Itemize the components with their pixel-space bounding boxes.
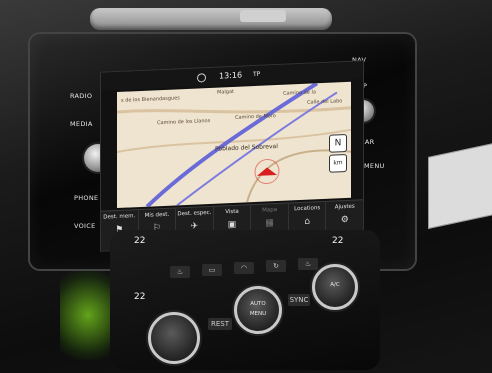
softkey-label: Dest. mem.	[103, 213, 136, 221]
rest-button[interactable]: REST	[208, 318, 232, 330]
traffic-program-indicator: TP	[253, 70, 261, 79]
phone-button[interactable]: PHONE	[74, 194, 98, 202]
defrost-front-button[interactable]: ◠	[234, 262, 254, 274]
compass-icon[interactable]: N	[329, 133, 347, 153]
sat-icon	[197, 73, 206, 83]
menu-button[interactable]: MENU	[364, 162, 385, 170]
dial-auto-label: AUTO	[250, 301, 266, 307]
defrost-rear-button[interactable]: ▭	[202, 264, 222, 276]
voice-button[interactable]: VOICE	[74, 222, 96, 230]
view-icon: ▣	[227, 219, 237, 231]
media-button[interactable]: MEDIA	[70, 120, 93, 128]
softkey-label: Locations	[294, 205, 321, 213]
navigation-screen: 13:16 TP s de los Bienandasgues Malgat C…	[100, 60, 364, 252]
map-label: Malgat	[217, 88, 234, 96]
recirculation-button[interactable]: ↻	[266, 260, 286, 272]
softkey-label: Dest. espec.	[177, 209, 212, 218]
climate-control-panel: 22 22 ♨ ▭ ◠ ↻ ♨ 22 AUTO MENU A/C REST SY…	[110, 230, 380, 370]
temp-right-display: 22	[332, 236, 344, 246]
temp-left-display: 22	[134, 236, 146, 246]
map-icon: ▦	[265, 218, 274, 229]
paper-booklet	[428, 142, 492, 230]
auto-menu-dial[interactable]: AUTO MENU	[234, 286, 282, 334]
map-view[interactable]: s de los Bienandasgues Malgat Camino de …	[117, 81, 351, 209]
temp-right-dial[interactable]: A/C	[312, 264, 358, 310]
dial-ac-label: A/C	[330, 282, 340, 288]
car-dashboard-photo: RADIO MEDIA PHONE VOICE NAV APP CAR MENU…	[0, 0, 492, 373]
seat-heat-left-button[interactable]: ♨	[170, 266, 190, 278]
seat-heat-right-button[interactable]: ♨	[298, 258, 318, 270]
temp-left-secondary: 22	[134, 292, 146, 302]
settings-icon: ⚙	[340, 214, 349, 226]
clock: 13:16	[219, 70, 243, 81]
softkey-label: Vista	[225, 208, 239, 216]
zoom-icon[interactable]: km	[329, 153, 347, 173]
softkey-label: Mis dest.	[144, 211, 170, 219]
hazard-button[interactable]	[240, 10, 286, 22]
top-air-vent	[90, 8, 332, 30]
dial-menu-label: MENU	[249, 311, 267, 317]
radio-button[interactable]: RADIO	[70, 92, 92, 100]
locations-icon: ⌂	[304, 216, 311, 227]
temp-left-dial[interactable]	[148, 312, 200, 364]
current-position-icon	[257, 167, 277, 176]
softkey-label: Ajustes	[334, 203, 355, 211]
softkey-label: Mapa	[262, 207, 278, 214]
sync-button[interactable]: SYNC	[288, 294, 310, 306]
